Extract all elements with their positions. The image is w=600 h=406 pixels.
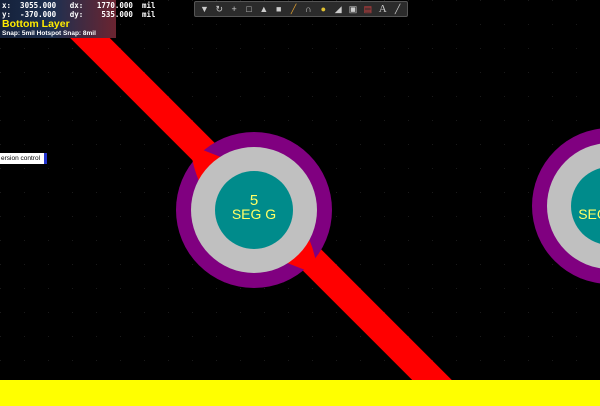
pad-5-seg-g[interactable]: 5 SEG G	[176, 132, 332, 288]
active-bar-toolbar: ▼ ↻ + □ ▲ ■ ╱ ∩ ● ◢ ▣ ▤ A ╱	[194, 1, 408, 17]
snap-info: Snap: 5mil Hotspot Snap: 8mil	[2, 30, 96, 37]
fill-icon[interactable]: ◢	[332, 2, 345, 16]
pad-net-label: SEG	[578, 206, 600, 222]
hud-x-row: x: 3055.000 dx: 1770.000 mil	[2, 1, 156, 10]
line-icon[interactable]: ╱	[287, 2, 300, 16]
rect-icon[interactable]: ■	[272, 2, 285, 16]
arc-icon[interactable]: ∩	[302, 2, 315, 16]
dimension-icon[interactable]: ╱	[391, 2, 404, 16]
text-icon[interactable]: A	[376, 2, 389, 16]
pad-net-label: SEG G	[232, 206, 276, 222]
cross-icon[interactable]: +	[228, 2, 241, 16]
region-icon[interactable]: ▣	[347, 2, 360, 16]
graph-icon[interactable]: ▤	[361, 2, 374, 16]
select-rect-icon[interactable]: □	[243, 2, 256, 16]
filter-icon[interactable]: ▼	[198, 2, 211, 16]
coordinate-hud: x: 3055.000 dx: 1770.000 mil y: -370.000…	[0, 0, 156, 38]
route-icon[interactable]: ↻	[213, 2, 226, 16]
overlay-strip	[0, 380, 600, 406]
version-control-tooltip: ersion control	[0, 153, 48, 164]
component-icon[interactable]: ▲	[257, 2, 270, 16]
current-layer: Bottom Layer	[2, 18, 70, 30]
pcb-canvas[interactable]: 5 SEG G SEG	[0, 0, 600, 406]
pad-icon[interactable]: ●	[317, 2, 330, 16]
